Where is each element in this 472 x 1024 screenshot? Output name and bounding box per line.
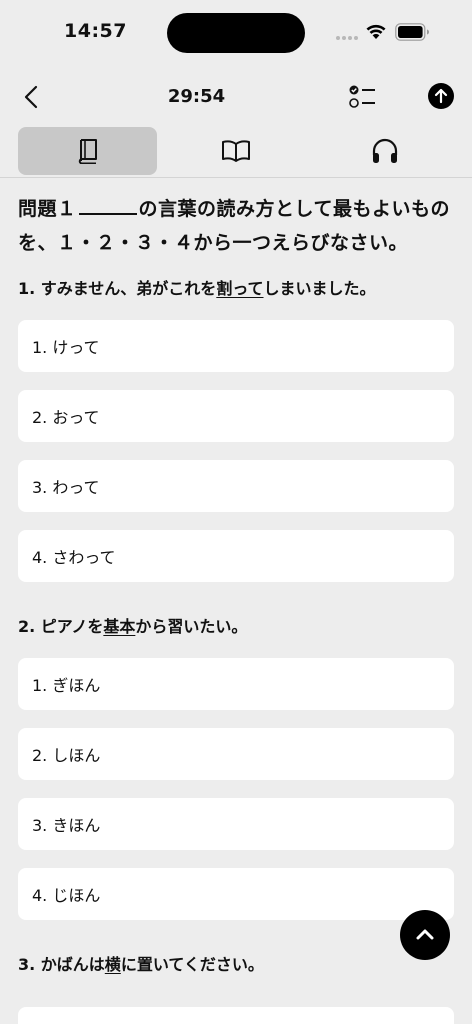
question-prefix: 2. ピアノを xyxy=(18,617,104,636)
submit-button[interactable] xyxy=(428,83,454,109)
answer-option[interactable]: 2. おって xyxy=(18,390,454,442)
target-word: 割って xyxy=(216,279,264,298)
answer-option[interactable] xyxy=(18,1007,454,1024)
checklist-icon[interactable] xyxy=(348,84,376,110)
answer-option[interactable]: 3. わって xyxy=(18,460,454,512)
wifi-icon xyxy=(366,24,386,39)
answer-option[interactable]: 2. しほん xyxy=(18,728,454,780)
cellular-signal-icon xyxy=(336,36,358,40)
tabs-divider xyxy=(0,177,472,178)
tab-vocabulary[interactable] xyxy=(18,127,157,175)
question-block: 1. すみません、弟がこれを割ってしまいました。 1. けって 2. おって 3… xyxy=(18,276,454,582)
blank-underline xyxy=(78,197,137,215)
question-text: 2. ピアノを基本から習いたい。 xyxy=(18,614,454,640)
answer-option[interactable]: 1. けって xyxy=(18,320,454,372)
question-suffix: しまいました。 xyxy=(263,279,376,298)
question-content: 問題１ の言葉の読み方として最もよいものを、１・２・３・４から一つえらびなさい。 … xyxy=(18,192,454,978)
battery-icon xyxy=(395,23,429,41)
instruction-prefix: 問題１ xyxy=(18,198,77,220)
dynamic-island xyxy=(167,13,305,53)
nav-bar: 29:54 xyxy=(0,72,472,122)
answer-option[interactable]: 3. きほん xyxy=(18,798,454,850)
answer-option[interactable]: 4. さわって xyxy=(18,530,454,582)
tab-reading[interactable] xyxy=(166,127,305,175)
answer-option[interactable]: 1. ぎほん xyxy=(18,658,454,710)
question-suffix: に置いてください。 xyxy=(120,955,264,974)
question-prefix: 3. かばんは xyxy=(18,955,105,974)
exam-timer: 29:54 xyxy=(167,86,226,107)
instruction-text: 問題１ の言葉の読み方として最もよいものを、１・２・３・４から一つえらびなさい。 xyxy=(18,192,454,260)
question-block: 2. ピアノを基本から習いたい。 1. ぎほん 2. しほん 3. きほん 4.… xyxy=(18,614,454,920)
question-text: 1. すみません、弟がこれを割ってしまいました。 xyxy=(18,276,454,302)
answer-option[interactable]: 4. じほん xyxy=(18,868,454,920)
question-prefix: 1. すみません、弟がこれを xyxy=(18,279,217,298)
question-suffix: から習いたい。 xyxy=(135,617,248,636)
question-text: 3. かばんは横に置いてください。 xyxy=(18,952,454,978)
chevron-up-icon xyxy=(416,929,434,940)
target-word: 横 xyxy=(104,955,121,974)
question-block: 3. かばんは横に置いてください。 xyxy=(18,952,454,978)
tab-listening[interactable] xyxy=(315,127,454,175)
status-time: 14:57 xyxy=(64,20,127,42)
status-bar: 14:57 xyxy=(0,0,472,64)
headphones-icon xyxy=(372,138,397,163)
open-book-icon xyxy=(221,140,250,162)
book-icon xyxy=(78,139,97,164)
target-word: 基本 xyxy=(103,617,136,636)
scroll-to-top-button[interactable] xyxy=(400,910,450,960)
arrow-up-icon xyxy=(434,88,448,104)
section-tabs xyxy=(18,127,454,175)
